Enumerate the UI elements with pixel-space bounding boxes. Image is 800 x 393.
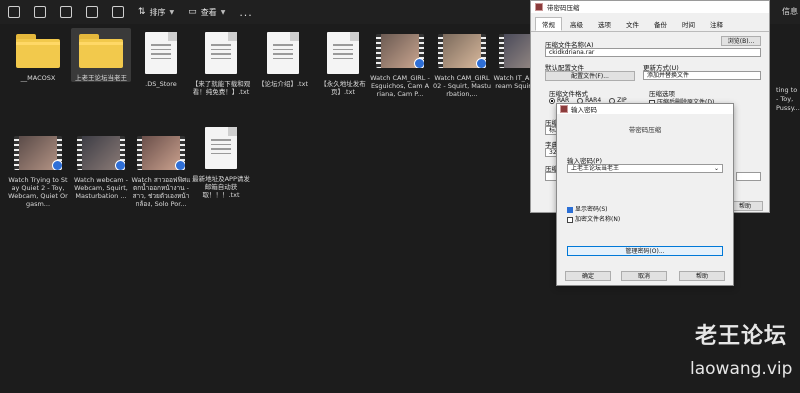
encrypt-names-option[interactable]: 加密文件名称(N) — [567, 214, 620, 223]
view-button[interactable]: ▭ 查看 ▼ — [188, 7, 225, 18]
tab-time[interactable]: 时间 — [675, 17, 702, 31]
file-item[interactable]: 最新地址及APP请发邮箱自动获取！！！.txt — [191, 123, 251, 199]
file-name: __MACOSX — [20, 74, 56, 82]
dialog-titlebar: 带密码压缩 — [531, 1, 769, 13]
tab-advanced[interactable]: 高级 — [563, 17, 590, 31]
paste-icon[interactable] — [60, 6, 72, 18]
watermark-url: laowang.vip — [690, 359, 793, 379]
new-item-icon[interactable] — [8, 6, 20, 18]
media-badge-icon — [52, 160, 62, 170]
view-label: 查看 — [200, 7, 217, 17]
file-item[interactable]: 【永久地址发布页】.txt — [313, 28, 373, 96]
chevron-down-icon: ▼ — [169, 8, 175, 16]
file-name: 上老王论坛当老王 — [75, 74, 127, 82]
update-mode-select[interactable]: 添加并替换文件 — [643, 71, 761, 80]
archive-name-input[interactable]: ckidkdriana.rar — [545, 48, 761, 57]
media-badge-icon — [476, 58, 486, 68]
tab-options[interactable]: 选项 — [591, 17, 618, 31]
details-label[interactable]: 信息 — [782, 6, 798, 17]
cancel-button[interactable]: 取消 — [621, 271, 667, 281]
show-password-label: 显示密码(S) — [575, 206, 608, 213]
text-file-icon — [145, 32, 177, 74]
share-icon[interactable] — [86, 6, 98, 18]
show-password-checkbox[interactable] — [567, 206, 573, 213]
winrar-icon — [560, 105, 568, 113]
password-dialog-title: 输入密码 — [571, 106, 597, 114]
copy-icon[interactable] — [34, 6, 46, 18]
password-dialog-titlebar: 输入密码 — [557, 104, 733, 114]
media-badge-icon — [115, 160, 125, 170]
video-file-item[interactable]: Watch สาวออฟฟิศแตกน้ำออกหน้างาน - สาว, ช… — [131, 130, 191, 209]
chevron-down-icon: ▼ — [220, 8, 226, 16]
video-thumbnail-icon — [14, 136, 62, 170]
folder-item[interactable]: 上老王论坛当老王 — [71, 28, 131, 83]
show-password-option[interactable]: 显示密码(S) — [567, 204, 608, 213]
video-thumbnail-icon — [137, 136, 185, 170]
media-badge-icon — [175, 160, 185, 170]
edge-label: ting to — [776, 86, 798, 94]
tab-files[interactable]: 文件 — [619, 17, 646, 31]
file-name: Watch CAM_GIRL 02 - Squirt, Masturbation… — [433, 74, 491, 99]
browse-button[interactable]: 浏览(B)... — [721, 36, 761, 46]
file-name: 最新地址及APP请发邮箱自动获取！！！.txt — [192, 175, 250, 200]
more-options-button[interactable]: ... — [239, 6, 253, 19]
delete-icon[interactable] — [112, 6, 124, 18]
tab-comment[interactable]: 注释 — [703, 17, 730, 31]
file-name: Watch webcam - Webcam, Squirt, Masturbat… — [73, 176, 129, 201]
watermark-title: 老王论坛 — [695, 323, 788, 349]
video-file-item[interactable]: Watch CAM_GIRL - Esguichos, Cam Ariana, … — [370, 28, 430, 98]
file-item[interactable]: .DS_Store — [131, 28, 191, 88]
video-thumbnail-icon — [77, 136, 125, 170]
password-input[interactable]: 上老王论坛当老王 ⌄ — [567, 164, 723, 173]
format-rar-radio[interactable] — [549, 97, 555, 104]
encrypt-names-label: 加密文件名称(N) — [575, 216, 621, 223]
video-thumbnail-icon — [376, 34, 424, 68]
profiles-button[interactable]: 配置文件(F)... — [545, 71, 635, 81]
folder-icon — [16, 34, 60, 68]
text-file-icon — [327, 32, 359, 74]
text-file-icon — [205, 127, 237, 169]
video-file-item[interactable]: Watch Trying to Stay Quiet 2 - Toy, Webc… — [8, 130, 68, 209]
file-name: Watch Trying to Stay Quiet 2 - Toy, Webc… — [8, 176, 68, 209]
tab-general[interactable]: 常规 — [535, 17, 562, 31]
chevron-down-icon[interactable]: ⌄ — [714, 165, 719, 173]
sort-button[interactable]: ⇅ 排序 ▼ — [138, 7, 174, 18]
text-file-icon — [205, 32, 237, 74]
edge-label: Pussy... — [776, 104, 800, 112]
file-name: Watch สาวออฟฟิศแตกน้ำออกหน้างาน - สาว, ช… — [131, 176, 191, 209]
dialog-tabs: 常规 高级 选项 文件 备份 时间 注释 — [531, 13, 769, 32]
file-name: 【论坛介绍】.txt — [257, 80, 308, 88]
edge-label: - Toy, — [776, 95, 794, 103]
password-value: 上老王论坛当老王 — [571, 165, 620, 172]
view-icon: ▭ — [188, 7, 197, 17]
file-name: .DS_Store — [145, 80, 177, 88]
manage-passwords-button[interactable]: 管理密码(O)... — [567, 246, 723, 256]
ok-button[interactable]: 确定 — [565, 271, 611, 281]
file-item[interactable]: 【来了就能下载和观看！纯免费！】.txt — [191, 28, 251, 96]
file-name: 【永久地址发布页】.txt — [320, 80, 366, 97]
sort-label: 排序 — [149, 7, 166, 17]
password-dialog: 输入密码 带密码压缩 输入密码(P) 上老王论坛当老王 ⌄ 显示密码(S) 加密… — [556, 103, 734, 286]
video-file-item[interactable]: Watch webcam - Webcam, Squirt, Masturbat… — [71, 130, 131, 200]
folder-icon — [79, 34, 123, 68]
winrar-icon — [535, 3, 543, 11]
tab-backup[interactable]: 备份 — [647, 17, 674, 31]
help-button[interactable]: 帮助 — [679, 271, 725, 281]
sort-icon: ⇅ — [138, 7, 146, 17]
split-unit-select[interactable] — [736, 172, 761, 181]
text-file-icon — [267, 32, 299, 74]
dialog-title: 带密码压缩 — [547, 4, 580, 12]
video-thumbnail-icon — [438, 34, 486, 68]
media-badge-icon — [414, 58, 424, 68]
password-dialog-subtitle: 带密码压缩 — [628, 126, 662, 134]
folder-item[interactable]: __MACOSX — [8, 28, 68, 82]
encrypt-names-checkbox[interactable] — [567, 216, 573, 223]
file-name: Watch CAM_GIRL - Esguichos, Cam Ariana, … — [370, 74, 430, 99]
file-name: 【来了就能下载和观看！纯免费！】.txt — [191, 80, 251, 97]
video-file-item[interactable]: Watch CAM_GIRL 02 - Squirt, Masturbation… — [432, 28, 492, 98]
file-item[interactable]: 【论坛介绍】.txt — [253, 28, 313, 88]
